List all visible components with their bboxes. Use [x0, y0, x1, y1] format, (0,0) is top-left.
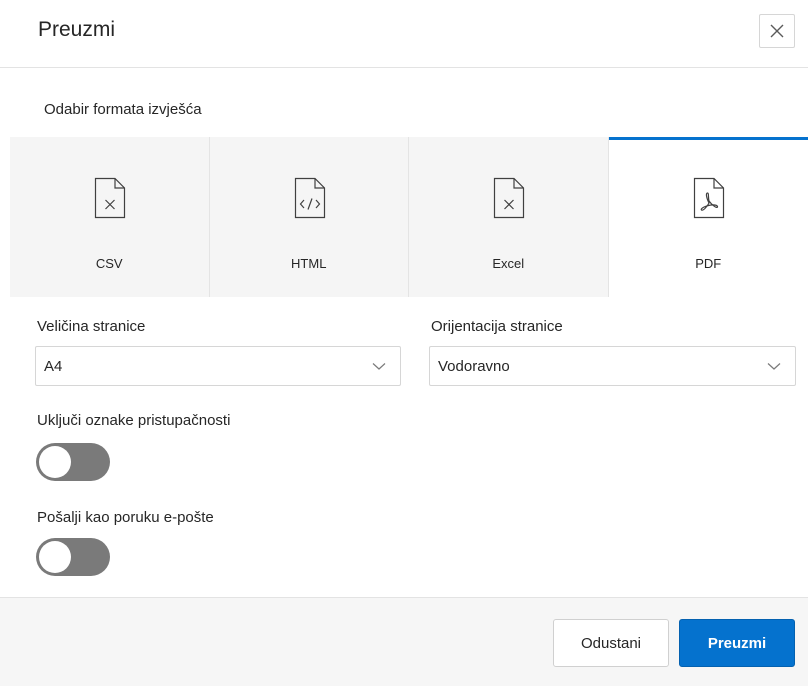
dialog-header: Preuzmi: [0, 0, 808, 68]
format-tiles: CSV HTML Excel PDF: [10, 137, 808, 297]
format-tile-html[interactable]: HTML: [209, 137, 409, 297]
format-tile-csv[interactable]: CSV: [10, 137, 210, 297]
download-button[interactable]: Preuzmi: [679, 619, 795, 667]
page-size-select[interactable]: A4: [35, 346, 401, 386]
format-section-label: Odabir formata izvješća: [44, 101, 202, 118]
html-file-icon: [294, 177, 325, 219]
accessibility-tags-label: Uključi oznake pristupačnosti: [37, 412, 231, 429]
chevron-down-icon: [372, 363, 386, 370]
format-tile-pdf[interactable]: PDF: [608, 137, 808, 297]
page-orientation-select[interactable]: Vodoravno: [429, 346, 796, 386]
close-icon: [770, 24, 784, 38]
csv-file-icon: [94, 177, 126, 219]
chevron-down-icon: [767, 363, 781, 370]
excel-file-icon: [493, 177, 525, 219]
format-label-excel: Excel: [492, 256, 525, 271]
dialog-title: Preuzmi: [38, 18, 116, 41]
accessibility-tags-toggle[interactable]: [36, 443, 110, 481]
dialog-footer: Odustani Preuzmi: [0, 597, 808, 686]
send-email-label: Pošalji kao poruku e-pošte: [37, 509, 214, 526]
close-button[interactable]: [759, 14, 795, 48]
download-dialog: Preuzmi Odabir formata izvješća CSV HTML…: [0, 0, 808, 686]
toggle-knob: [39, 446, 71, 478]
format-label-csv: CSV: [95, 256, 123, 271]
page-size-label: Veličina stranice: [37, 318, 146, 335]
format-tile-excel[interactable]: Excel: [409, 137, 609, 297]
toggle-knob: [39, 541, 71, 573]
format-label-pdf: PDF: [695, 256, 722, 271]
send-email-toggle[interactable]: [36, 538, 110, 576]
format-label-html: HTML: [291, 256, 327, 271]
page-orientation-value: Vodoravno: [438, 358, 510, 375]
cancel-button[interactable]: Odustani: [553, 619, 669, 667]
page-size-value: A4: [44, 358, 63, 375]
page-orientation-label: Orijentacija stranice: [431, 318, 563, 335]
pdf-file-icon: [693, 177, 724, 219]
